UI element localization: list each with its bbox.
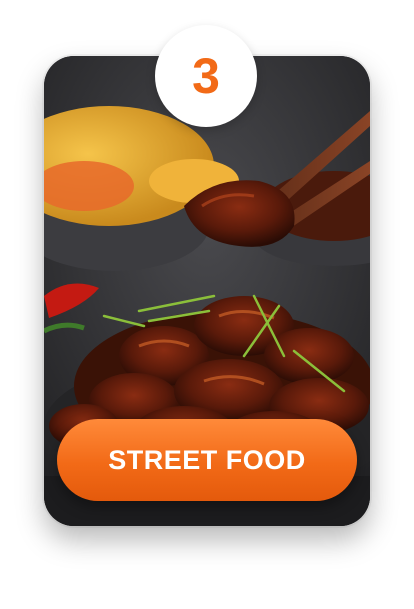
step-number: 3 xyxy=(192,48,220,104)
street-food-button-label: STREET FOOD xyxy=(108,444,306,475)
street-food-button[interactable]: STREET FOOD xyxy=(57,419,357,501)
step-number-badge: 3 xyxy=(155,25,257,127)
category-card-wrapper: 3 STREET FOOD xyxy=(0,0,414,609)
